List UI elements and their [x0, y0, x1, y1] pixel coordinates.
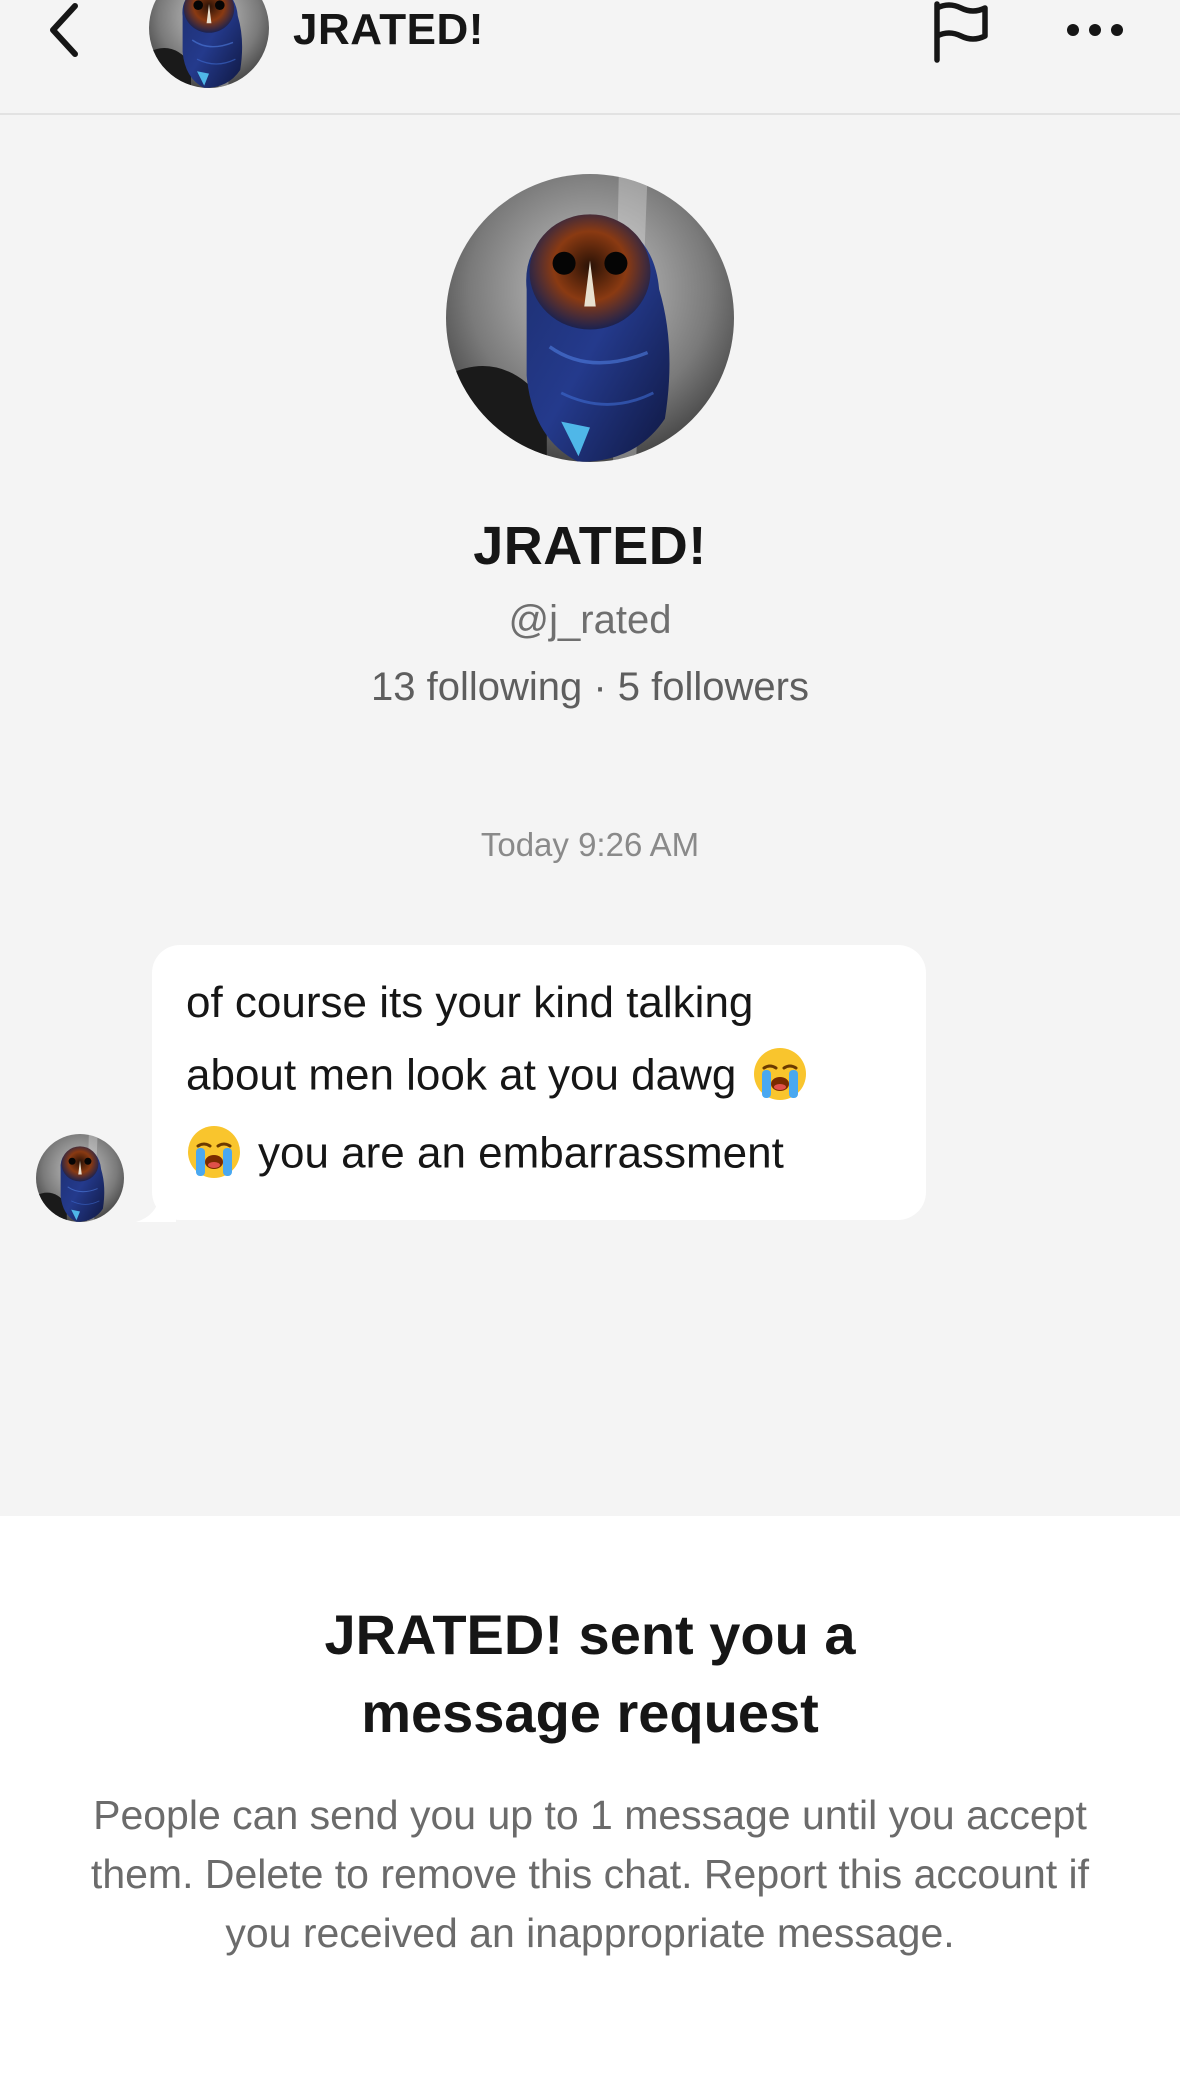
report-flag-button[interactable] [925, 0, 997, 64]
request-title: JRATED! sent you a message request [0, 1596, 1180, 1752]
message-text-line-1: of course its your kind talking [186, 978, 753, 1028]
header-title[interactable]: JRATED! [293, 0, 484, 60]
message-text: of course its your kind talking [186, 978, 754, 1027]
more-horizontal-icon [1067, 24, 1123, 36]
profile-handle: @j_rated [508, 598, 672, 642]
message-text-line-2: about men look at you dawg [186, 1050, 808, 1106]
message-timestamp: Today 9:26 AM [480, 826, 700, 863]
message-text: you are an embarrassment [258, 1128, 784, 1178]
header-avatar[interactable] [149, 0, 269, 88]
chat-header: JRATED! [0, 0, 1180, 115]
profile-avatar[interactable] [446, 174, 734, 462]
profile-name: JRATED! [473, 516, 707, 576]
loudly-crying-face-icon [186, 1124, 242, 1180]
more-options-button[interactable] [1055, 0, 1135, 60]
profile-stats: 13 following · 5 followers [371, 665, 809, 709]
flag-icon [934, 1, 988, 63]
message-text-line-3: you are an embarrassment [186, 1128, 784, 1184]
request-description: People can send you up to 1 message unti… [90, 1792, 1090, 1956]
request-title-text: JRATED! sent you a message request [324, 1603, 856, 1744]
loudly-crying-face-icon [752, 1046, 808, 1102]
chevron-left-icon [50, 3, 78, 57]
back-button[interactable] [40, 0, 90, 60]
message-sender-avatar[interactable] [36, 1134, 124, 1222]
message-text: about men look at you dawg [186, 1050, 737, 1100]
